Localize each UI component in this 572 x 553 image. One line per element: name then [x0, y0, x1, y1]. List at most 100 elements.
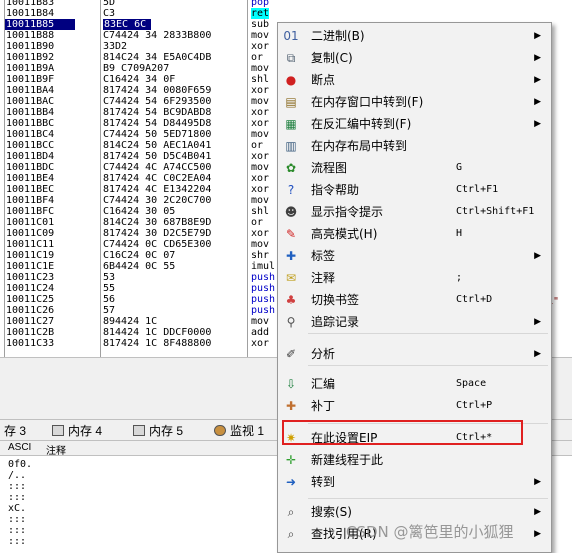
disasm-mnemonic: mov — [251, 195, 270, 206]
menu-item-label: 注释 — [311, 271, 336, 285]
menu-item-patch[interactable]: ✚ 补丁 Ctrl+P — [280, 395, 549, 417]
disasm-address: 10011C27 — [6, 316, 55, 327]
disasm-address: 10011BDC — [6, 162, 55, 173]
menu-item-assemble[interactable]: ⇩ 汇编 Space — [280, 373, 549, 395]
disasm-mnemonic: or — [251, 52, 264, 63]
menu-item-memory-goto[interactable]: ▤ 在内存窗口中转到(F) ▶ — [280, 91, 549, 113]
ascii-column-header[interactable]: ASCI — [8, 442, 31, 453]
disasm-address: 10011BD4 — [6, 151, 55, 162]
disasm-bytes: 83EC 6C — [103, 19, 151, 30]
menu-item-label: 复制(C) — [311, 51, 353, 65]
submenu-arrow-icon: ▶ — [534, 317, 541, 327]
bookmark-icon: ♣ — [285, 293, 297, 307]
menu-item-breakpoint[interactable]: ● 断点 ▶ — [280, 69, 549, 91]
disasm-address: 10011C09 — [6, 228, 55, 239]
ascii-dump-line: /.. — [8, 470, 27, 481]
disasm-address: 10011BA4 — [6, 85, 55, 96]
menu-item-shortcut: Ctrl+Shift+F1 — [456, 206, 535, 217]
disasm-bytes: C74424 54 6F293500 — [103, 96, 212, 107]
menu-item-disasm-goto[interactable]: ▦ 在反汇编中转到(F) ▶ — [280, 113, 549, 135]
disasm-mnemonic: push — [251, 294, 276, 305]
disasm-mnemonic: mov — [251, 162, 270, 173]
disasm-mnemonic: xor — [251, 118, 270, 129]
menu-item-analysis[interactable]: ✐ 分析 ▶ — [280, 343, 549, 365]
disasm-mnemonic: add — [251, 327, 270, 338]
disasm-address: 10011BCC — [6, 140, 55, 151]
disasm-mnemonic: mov — [251, 239, 270, 250]
disasm-bytes: 814424 1C DDCF0000 — [103, 327, 212, 338]
menu-item-comment[interactable]: ✉ 注释; — [280, 267, 549, 289]
menu-item-label: 在内存布局中转到 — [311, 139, 408, 153]
highlight-icon: ✎ — [285, 227, 297, 241]
disasm-address: 10011BE4 — [6, 173, 55, 184]
disasm-bytes: B9 C709A207 — [103, 63, 170, 74]
disasm-bytes: C74424 4C A74CC500 — [103, 162, 212, 173]
disasm-bytes: C74424 0C CD65E300 — [103, 239, 212, 250]
menu-item-goto[interactable]: ➜ 转到 ▶ — [280, 471, 549, 493]
disasm-bytes: 814C24 50 AEC1A041 — [103, 140, 212, 151]
disasm-mnemonic: shl — [251, 74, 270, 85]
menu-item-search[interactable]: ⌕ 搜索(S) ▶ — [280, 501, 549, 523]
menu-item-bookmark[interactable]: ♣ 切换书签 Ctrl+D — [280, 289, 549, 311]
menu-item-memory-map[interactable]: ▥ 在内存布局中转到 — [280, 135, 549, 157]
tab-label: 内存 5 — [149, 424, 184, 438]
menu-separator — [308, 333, 548, 334]
menu-item-graph[interactable]: ✿ 流程图 G — [280, 157, 549, 179]
tip-icon: ☻ — [284, 205, 298, 219]
disasm-mnemonic: push — [251, 283, 276, 294]
disasm-row[interactable]: 10011B83 5D pop — [0, 0, 572, 8]
disasm-bytes: 55 — [103, 283, 116, 294]
submenu-arrow-icon: ▶ — [534, 97, 541, 107]
menu-item-label: 汇编 — [311, 377, 336, 391]
find-refs-icon: ⌕ — [287, 527, 295, 541]
menu-item-binary[interactable]: 01 二进制(B) ▶ — [280, 25, 549, 47]
disasm-goto-icon: ▦ — [285, 117, 297, 131]
memory-icon — [52, 425, 64, 436]
tab-memory-5[interactable]: 内存 5 — [129, 422, 187, 440]
menu-item-new-thread[interactable]: ✛ 新建线程于此 — [280, 449, 549, 471]
disasm-bytes: 33D2 — [103, 41, 128, 52]
submenu-arrow-icon: ▶ — [534, 477, 541, 487]
ascii-dump-line: ::: — [8, 492, 27, 503]
disasm-bytes: 57 — [103, 305, 116, 316]
disasm-bytes: 817424 4C E1342204 — [103, 184, 212, 195]
disasm-bytes: 817424 4C C0C2EA04 — [103, 173, 212, 184]
tab-memory-3[interactable]: 存 3 — [0, 422, 30, 440]
menu-item-label[interactable]: ✚ 标签 ▶ — [280, 245, 549, 267]
comment-column-header[interactable]: 注释 — [46, 442, 66, 457]
disasm-mnemonic: mov — [251, 30, 270, 41]
disasm-mnemonic: xor — [251, 151, 270, 162]
disasm-address: 10011C33 — [6, 338, 55, 349]
menu-separator — [308, 498, 548, 499]
tab-watch-1[interactable]: 监视 1 — [210, 422, 268, 440]
menu-item-trace[interactable]: ⚲ 追踪记录 ▶ — [280, 311, 549, 333]
disasm-mnemonic: mov — [251, 96, 270, 107]
disasm-mnemonic: xor — [251, 338, 270, 349]
disasm-address: 10011C25 — [6, 294, 55, 305]
menu-item-label: 指令帮助 — [311, 183, 360, 197]
new-thread-icon: ✛ — [285, 453, 297, 467]
menu-item-highlight[interactable]: ✎ 高亮模式(H) H — [280, 223, 549, 245]
disasm-bytes: C16424 30 05 — [103, 206, 176, 217]
menu-item-shortcut: Space — [456, 378, 487, 389]
disasm-mnemonic: shr — [251, 250, 270, 261]
disasm-mnemonic: ret — [251, 8, 270, 19]
disasm-mnemonic: shl — [251, 206, 270, 217]
tab-memory-4[interactable]: 内存 4 — [48, 422, 106, 440]
disasm-address: 10011BEC — [6, 184, 55, 195]
disasm-address: 10011C26 — [6, 305, 55, 316]
menu-item-label: 标签 — [311, 249, 336, 263]
submenu-arrow-icon: ▶ — [534, 119, 541, 129]
patch-icon: ✚ — [285, 399, 297, 413]
disasm-bytes: C3 — [103, 8, 116, 19]
disasm-row[interactable]: 10011B84 C3 ret — [0, 8, 572, 19]
menu-item-copy[interactable]: ⧉ 复制(C) ▶ — [280, 47, 549, 69]
submenu-arrow-icon: ▶ — [534, 349, 541, 359]
disasm-bytes: 53 — [103, 272, 116, 283]
assemble-icon: ⇩ — [285, 377, 297, 391]
menu-item-label: 补丁 — [311, 399, 336, 413]
menu-item-tip[interactable]: ☻ 显示指令提示 Ctrl+Shift+F1 — [280, 201, 549, 223]
menu-item-help[interactable]: ? 指令帮助 Ctrl+F1 — [280, 179, 549, 201]
disasm-bytes: C74424 50 5ED71800 — [103, 129, 212, 140]
menu-item-label: 切换书签 — [311, 293, 360, 307]
